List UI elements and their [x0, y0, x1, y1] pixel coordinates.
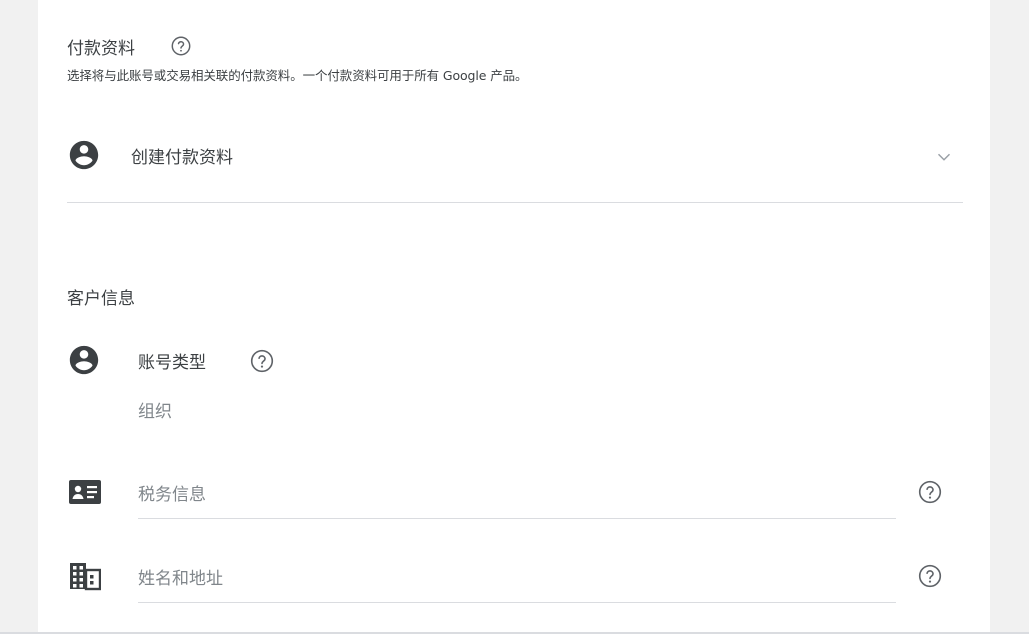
tax-info-field[interactable]: 税务信息 [138, 470, 896, 518]
account-type-label: 账号类型 [138, 353, 206, 373]
billing-form-card: 付款资料 选择将与此账号或交易相关联的付款资料。一个付款资料可用于所有 Goog… [38, 0, 990, 632]
payment-profile-selected: 创建付款资料 [131, 148, 233, 168]
business-icon [69, 561, 102, 595]
account-type-value: 组织 [138, 402, 172, 422]
divider [67, 202, 963, 203]
account-circle-icon [67, 343, 101, 381]
tax-info-underline [138, 518, 896, 519]
payment-profile-description: 选择将与此账号或交易相关联的付款资料。一个付款资料可用于所有 Google 产品… [67, 68, 528, 83]
help-icon[interactable] [917, 563, 943, 589]
payment-profile-title: 付款资料 [67, 39, 135, 59]
account-circle-icon [67, 138, 101, 176]
name-address-label: 姓名和地址 [138, 569, 223, 589]
chevron-down-icon [933, 146, 955, 172]
name-address-field[interactable]: 姓名和地址 [138, 554, 896, 602]
payment-profile-dropdown[interactable]: 创建付款资料 [67, 126, 963, 184]
name-address-underline [138, 602, 896, 603]
tax-info-label: 税务信息 [138, 485, 206, 505]
help-icon[interactable] [917, 479, 943, 505]
id-card-icon [68, 477, 102, 511]
customer-info-title: 客户信息 [67, 289, 135, 309]
help-icon[interactable] [249, 348, 275, 374]
help-icon[interactable] [170, 35, 192, 57]
